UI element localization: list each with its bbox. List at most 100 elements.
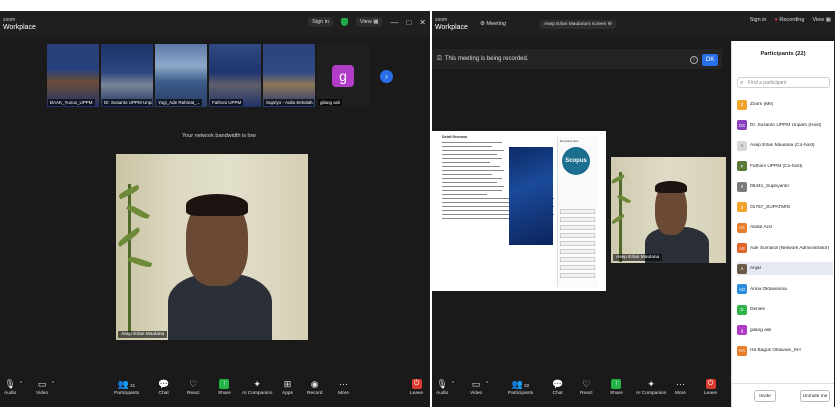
chat-button[interactable]: 💬 Chat [552,378,563,396]
participants-button[interactable]: 👥22 Participants [508,378,533,396]
view-button[interactable]: View ▦ [812,17,831,23]
participant-row[interactable]: Z Zoom (Me) [737,98,833,111]
participants-button[interactable]: 👥21 Participants [114,378,139,396]
recording-indicator[interactable]: ● Recording [775,17,805,23]
react-button[interactable]: ♡ React [187,378,200,396]
scopus-sidebar: Rencana Aksi Scopus [557,137,597,287]
participant-name: Ade Sumardi (Network Administrator) [750,245,830,251]
zoom-window-left: zoom Workplace Sign in View ▦ — □ ✕ BAAK… [0,11,430,407]
tool-label: AI Companion [636,391,667,396]
brand-bottom: Workplace [3,24,36,31]
tool-label: Share [218,391,231,396]
meeting-toolbar: 🎙 Audio ^ ▭ Video ^ 👥21 Participants 💬 Chat ♡ R… [0,374,430,407]
close-button[interactable]: ✕ [419,18,426,27]
view-button[interactable]: View ▦ [355,17,383,27]
apps-button[interactable]: ⊞ Apps [282,378,293,396]
microphone-icon: 🎙 [4,379,16,389]
next-page-button[interactable]: › [380,70,393,83]
participant-name: gilang asli [750,327,772,333]
tile-label: Yogi_Ade Rahmat_... [156,99,203,106]
menu-row [560,241,595,246]
gallery-tile[interactable]: BAAK_Yunus_UPPM [47,44,99,107]
person-hair [655,181,687,193]
meeting-menu[interactable]: ⚙ Meeting [480,21,506,27]
participant-search-input[interactable]: ⌕ Find a participant [737,77,830,88]
sparkle-icon: ✦ [253,379,261,389]
video-button[interactable]: ▭ Video ^ [36,378,54,396]
minus-icon: ⊖ [607,21,612,27]
leave-button[interactable]: ⏻ Leave [410,378,423,396]
avatar: D [737,304,747,315]
minimize-button[interactable]: — [390,18,398,27]
ai-companion-button[interactable]: ✦ AI Companion [636,378,666,396]
screen-share-tab[interactable]: Asep Erlan Maulana's screen ⊖ [540,19,616,29]
share-button[interactable]: ↑ Share [218,378,231,396]
invite-button[interactable]: Invite [754,390,776,402]
camera-icon: ▭ [471,379,481,389]
more-button[interactable]: ⋯ More [675,378,686,396]
audio-button[interactable]: 🎙 Audio ^ [4,378,22,396]
more-button[interactable]: ⋯ More [338,378,349,396]
unmute-me-button[interactable]: Unmute me [800,390,830,402]
participant-row[interactable]: AA Abdul Aziz [737,221,833,234]
menu-row [560,217,595,222]
participant-row[interactable]: DS Dr. Susanto UPPM Unpam (Host) [737,119,833,132]
gallery-tile[interactable]: Dr. Susanto UPPM Unpam [101,44,153,107]
gallery-tile[interactable]: Supriyo - Aulia Sekolah... [263,44,315,107]
ai-companion-button[interactable]: ✦ AI Companion [242,378,272,396]
shared-screen[interactable]: Detail Rencana Rencana Aksi Scopus [432,131,606,291]
participant-row[interactable]: g gilang asli [737,324,833,337]
tile-label: BAAK_Yunus_UPPM [48,99,95,106]
leave-button[interactable]: ⏻ Leave [704,378,717,396]
apps-icon: ⊞ [283,379,292,389]
active-speaker-video[interactable]: Asep Erlan Maulana [116,154,308,340]
participant-name: Anna Oktavianna [750,286,787,292]
record-button[interactable]: ◉ Record [307,378,322,396]
tile-label: Supriyo - Aulia Sekolah... [264,99,314,106]
ok-button[interactable]: OK [702,54,718,66]
shield-icon[interactable] [340,18,348,26]
chat-button[interactable]: 💬 Chat [158,378,169,396]
participants-panel: Participants (22) ⌕ Find a participant Z… [731,41,834,407]
participant-row[interactable]: A Asep Erlan Maulana (Co-host) [737,139,833,152]
speaker-video-thumbnail[interactable]: Asep Erlan Maulana [611,157,726,263]
sidebar-title: Rencana Aksi [560,139,579,143]
signin-button[interactable]: Sign in [308,17,333,27]
video-name-label: Asep Erlan Maulana [118,331,168,338]
menu-row [560,257,595,262]
tool-label: Leave [410,391,424,396]
participant-name: Hd Bagus Oktavian_KH [750,348,801,353]
participant-row[interactable]: A Anjar [737,262,833,275]
audio-button[interactable]: 🎙 Audio ^ [436,378,454,396]
tool-label: More [338,391,349,396]
avatar: 0 [737,181,747,192]
participant-row[interactable]: AS Ade Sumardi (Network Administrator) [737,242,833,255]
participant-name: Anjar [750,266,762,271]
gallery-tile[interactable]: Fathoni UPPM [209,44,261,107]
react-button[interactable]: ♡ React [580,378,593,396]
brand-bottom: Workplace [435,24,468,31]
info-icon[interactable]: i [690,56,698,64]
participant-name: 01767_SUPATMIN [750,204,791,210]
participant-row[interactable]: 0 06441_Supriyanto [737,180,833,193]
view-label: View [359,19,372,25]
leave-icon: ⏻ [705,379,716,389]
share-button[interactable]: ↑ Share [610,378,623,396]
participant-row[interactable]: HA Hd Bagus Oktavian_KH [737,344,833,357]
restore-button[interactable]: □ [406,18,411,27]
gallery-tile[interactable]: Yogi_Ade Rahmat_... [155,44,207,107]
video-button[interactable]: ▭ Video ^ [470,378,488,396]
participant-count: 21 [130,383,136,388]
tool-label: Chat [158,391,169,396]
participant-row[interactable]: AO Anna Oktavianna [737,283,833,296]
scopus-logo: Scopus [562,147,590,175]
participant-row[interactable]: D Denies [737,303,833,316]
title-bar: zoom Workplace ⚙ Meeting Asep Erlan Maul… [432,11,835,37]
participant-row[interactable]: 0 01767_SUPATMIN [737,201,833,214]
heart-icon: ♡ [189,379,198,389]
signin-button[interactable]: Sign in [750,17,767,23]
gallery-tile[interactable]: g gilang asli [317,44,369,107]
menu-row [560,233,595,238]
zoom-window-right: zoom Workplace ⚙ Meeting Asep Erlan Maul… [432,11,835,407]
participant-row[interactable]: F Fathoni UPPM (Co-host) [737,160,833,173]
